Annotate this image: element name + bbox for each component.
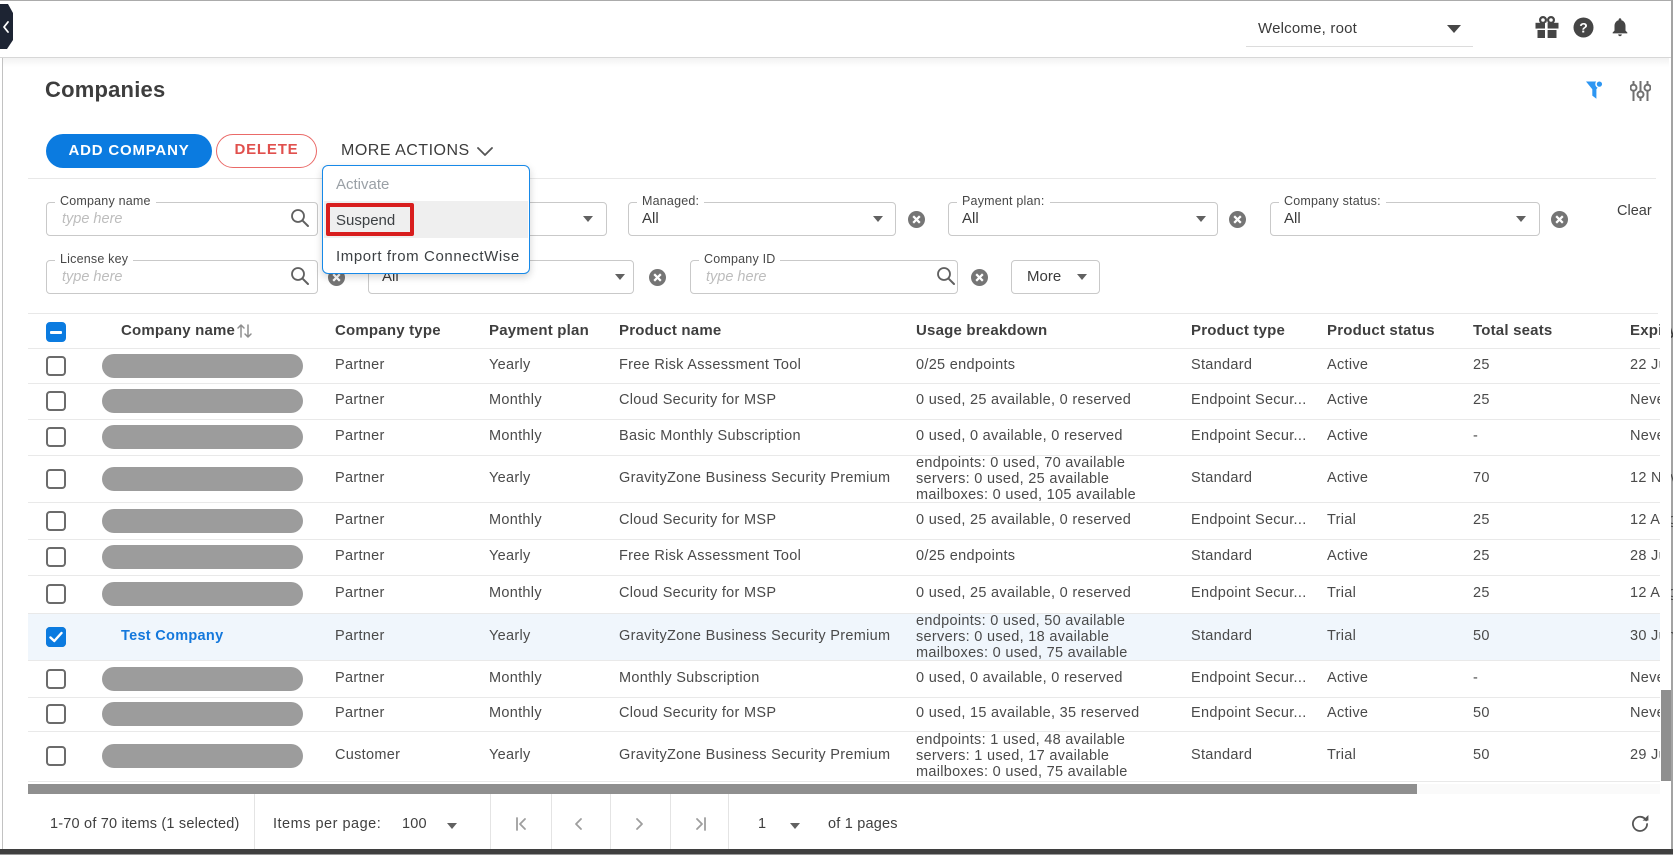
svg-text:?: ? — [1579, 20, 1588, 36]
